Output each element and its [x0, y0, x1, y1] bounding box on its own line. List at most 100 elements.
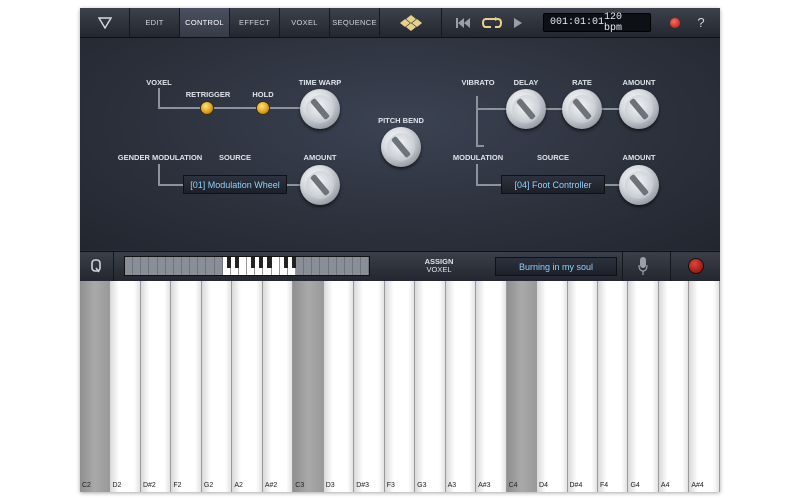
play-icon[interactable]	[508, 8, 528, 37]
tempo-readout: 120 bpm	[604, 11, 623, 34]
rewind-icon[interactable]	[452, 8, 474, 37]
keyboard-range-selector[interactable]	[124, 256, 370, 276]
pitch-bend-label: PITCH BEND	[378, 116, 424, 125]
piano-key[interactable]: G2	[201, 281, 233, 492]
position-tempo-display: 001:01:01 120 bpm	[543, 11, 651, 34]
amount-label-top: AMOUNT	[622, 78, 656, 87]
key-label: D#2	[142, 482, 156, 489]
song-select[interactable]: Burning in my soul	[495, 257, 617, 276]
vibrato-amount-knob[interactable]	[619, 89, 659, 129]
key-label: F3	[386, 482, 395, 489]
piano-key[interactable]: A2	[232, 281, 263, 492]
divider	[113, 252, 114, 281]
gender-modulation-label: GENDER MODULATION	[117, 153, 203, 162]
key-label: A#3	[478, 482, 491, 489]
pitch-bend-knob[interactable]	[381, 127, 421, 167]
piano-key[interactable]: A4	[658, 281, 690, 492]
key-label: D#4	[569, 482, 583, 489]
microphone-icon[interactable]	[638, 257, 648, 280]
connector-line	[476, 96, 478, 146]
assign-strip: ASSIGN VOXEL Burning in my soul	[80, 251, 720, 282]
connector-line	[476, 108, 636, 110]
help-button[interactable]: ?	[690, 8, 712, 37]
piano-key[interactable]: G4	[628, 281, 659, 492]
key-label: D4	[539, 482, 548, 489]
gender-mod-amount-knob[interactable]	[300, 165, 340, 205]
position-readout: 001:01:01	[550, 17, 605, 28]
delay-label: DELAY	[513, 78, 539, 87]
piano-key[interactable]: A#3	[476, 281, 507, 492]
retrigger-led[interactable]	[200, 101, 214, 115]
key-label: A4	[660, 482, 670, 489]
piano-key[interactable]: F2	[171, 281, 202, 492]
voxel-label: VOXEL	[146, 78, 172, 87]
top-toolbar: EDIT CONTROL EFFECT VOXEL SEQUENCE 001:0…	[80, 8, 720, 38]
vibrato-label: VIBRATO	[461, 78, 495, 87]
tab-sequence[interactable]: SEQUENCE	[330, 8, 380, 37]
divider	[622, 252, 623, 281]
connector-line	[158, 88, 160, 108]
assign-voxel-label: ASSIGN VOXEL	[410, 258, 468, 274]
retrigger-label: RETRIGGER	[185, 90, 231, 99]
connector-line	[476, 145, 484, 147]
piano-key[interactable]: D3	[323, 281, 355, 492]
key-label: D#3	[356, 482, 370, 489]
vibrato-delay-knob[interactable]	[506, 89, 546, 129]
time-warp-knob[interactable]	[300, 89, 340, 129]
piano-key[interactable]: D2	[110, 281, 141, 492]
source-label-right: SOURCE	[536, 153, 570, 162]
control-panel: VOXEL RETRIGGER HOLD TIME WARP GENDER MO…	[80, 38, 720, 250]
rate-label: RATE	[572, 78, 592, 87]
modulation-amount-knob[interactable]	[619, 165, 659, 205]
amount-label-right: AMOUNT	[622, 153, 656, 162]
tab-effect[interactable]: EFFECT	[230, 8, 280, 37]
loop-icon[interactable]	[478, 8, 506, 37]
key-label: G3	[417, 482, 427, 489]
hold-label: HOLD	[252, 90, 274, 99]
connector-line	[158, 164, 160, 185]
vibrato-rate-knob[interactable]	[562, 89, 602, 129]
record-button[interactable]	[688, 258, 704, 274]
piano-key[interactable]: D#4	[567, 281, 598, 492]
key-label: F2	[173, 482, 182, 489]
key-label: D2	[112, 482, 122, 489]
piano-key[interactable]: D#3	[354, 281, 385, 492]
connector-line	[158, 107, 308, 109]
menu-triangle-icon[interactable]	[80, 8, 130, 37]
piano-key[interactable]: A3	[445, 281, 477, 492]
piano-key[interactable]: D4	[537, 281, 568, 492]
key-label: C3	[295, 482, 305, 489]
piano-key[interactable]: D#2	[140, 281, 172, 492]
piano-key[interactable]: G3	[415, 281, 446, 492]
piano-key[interactable]: A#2	[262, 281, 294, 492]
modulation-label: MODULATION	[452, 153, 504, 162]
connector-line	[476, 164, 478, 185]
piano-key[interactable]: F3	[384, 281, 416, 492]
modulation-source-select[interactable]: [04] Foot Controller	[501, 175, 605, 194]
tab-control[interactable]: CONTROL	[180, 8, 230, 37]
piano-key[interactable]: F4	[597, 281, 629, 492]
voxel-app: EDIT CONTROL EFFECT VOXEL SEQUENCE 001:0…	[80, 8, 720, 492]
key-label: F4	[599, 482, 609, 489]
key-label: A#4	[691, 482, 704, 489]
key-label: A#2	[264, 482, 278, 489]
tab-edit[interactable]: EDIT	[130, 8, 180, 37]
piano-key[interactable]: C2	[80, 281, 111, 492]
gender-mod-source-select[interactable]: [01] Modulation Wheel	[183, 175, 287, 194]
time-warp-label: TIME WARP	[298, 78, 342, 87]
piano-key[interactable]: C3	[293, 281, 324, 492]
piano-key[interactable]: C4	[506, 281, 538, 492]
tab-voxel[interactable]: VOXEL	[280, 8, 330, 37]
voxel-sub-label: VOXEL	[426, 265, 452, 274]
key-label: A2	[234, 482, 243, 489]
hold-led[interactable]	[256, 101, 270, 115]
key-label: C2	[82, 482, 91, 489]
record-icon[interactable]	[664, 8, 686, 37]
clip-icon[interactable]	[90, 259, 102, 278]
key-label: C4	[508, 482, 518, 489]
amount-label-left: AMOUNT	[303, 153, 337, 162]
piano-key[interactable]: A#4	[689, 281, 720, 492]
source-label-left: SOURCE	[218, 153, 252, 162]
key-label: G4	[630, 482, 640, 489]
logo-diamond-icon	[380, 8, 442, 37]
